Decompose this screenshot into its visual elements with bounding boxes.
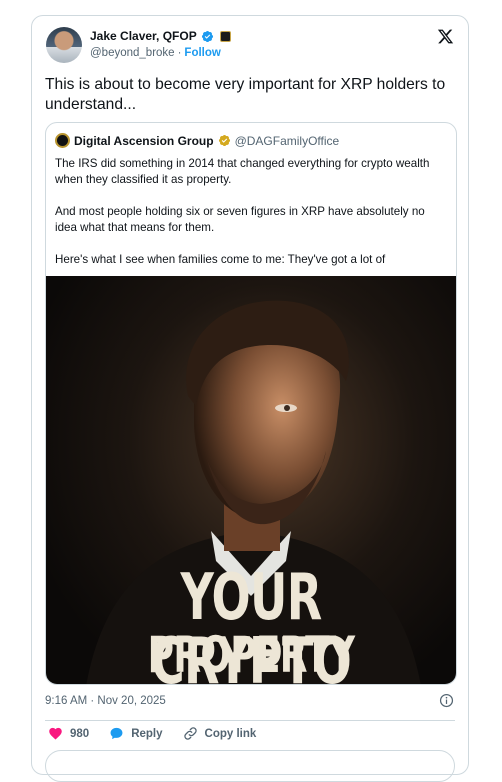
quoted-media-image[interactable]: YOUR CRYPTO PROPERTY RIGHTS xyxy=(46,276,456,684)
quoted-paragraph: And most people holding six or seven fig… xyxy=(55,205,425,234)
tweet-card: Jake Claver, QFOP @beyond_broke · Follow… xyxy=(31,15,469,782)
tweet-timestamp[interactable]: 9:16 AM · Nov 20, 2025 xyxy=(45,695,166,707)
like-count: 980 xyxy=(70,727,90,740)
heart-icon xyxy=(49,727,62,740)
verified-badge-icon xyxy=(201,30,213,42)
copy-link-button[interactable]: Copy link xyxy=(183,726,257,741)
action-bar: 980 Reply Copy link xyxy=(48,726,276,741)
quoted-tweet[interactable]: Digital Ascension Group @DAGFamilyOffice… xyxy=(45,122,457,685)
author-handle[interactable]: @beyond_broke xyxy=(90,47,175,59)
copy-link-label: Copy link xyxy=(204,727,257,740)
quoted-paragraph: The IRS did something in 2014 that chang… xyxy=(55,157,430,186)
like-button[interactable]: 980 xyxy=(48,726,89,741)
affiliate-badge-icon xyxy=(219,30,231,42)
quoted-tweet-text: The IRS did something in 2014 that chang… xyxy=(55,156,449,284)
quoted-author-avatar xyxy=(55,133,70,148)
link-icon xyxy=(183,727,197,740)
handle-separator: · xyxy=(177,47,182,59)
author-display-name[interactable]: Jake Claver, QFOP xyxy=(90,29,197,43)
author-handle-row: @beyond_broke · Follow xyxy=(90,47,221,59)
follow-button[interactable]: Follow xyxy=(184,47,220,59)
author-avatar[interactable] xyxy=(46,27,82,63)
quoted-author-handle: @DAGFamilyOffice xyxy=(234,133,340,148)
read-replies-button[interactable] xyxy=(45,750,455,782)
gold-verified-icon xyxy=(218,134,230,147)
quoted-author-row: Digital Ascension Group @DAGFamilyOffice xyxy=(55,133,339,148)
reply-label: Reply xyxy=(131,727,163,740)
info-icon[interactable] xyxy=(439,693,454,708)
x-logo-icon[interactable] xyxy=(437,28,454,45)
quoted-author-name: Digital Ascension Group xyxy=(74,133,214,148)
tweet-text: This is about to become very important f… xyxy=(45,76,446,113)
reply-button[interactable]: Reply xyxy=(109,726,163,741)
reply-icon xyxy=(110,727,123,740)
quoted-paragraph: Here's what I see when families come to … xyxy=(55,253,386,266)
divider xyxy=(45,720,455,721)
author-name-row: Jake Claver, QFOP xyxy=(90,29,231,43)
image-headline-line2: PROPERTY RIGHTS xyxy=(147,626,355,684)
